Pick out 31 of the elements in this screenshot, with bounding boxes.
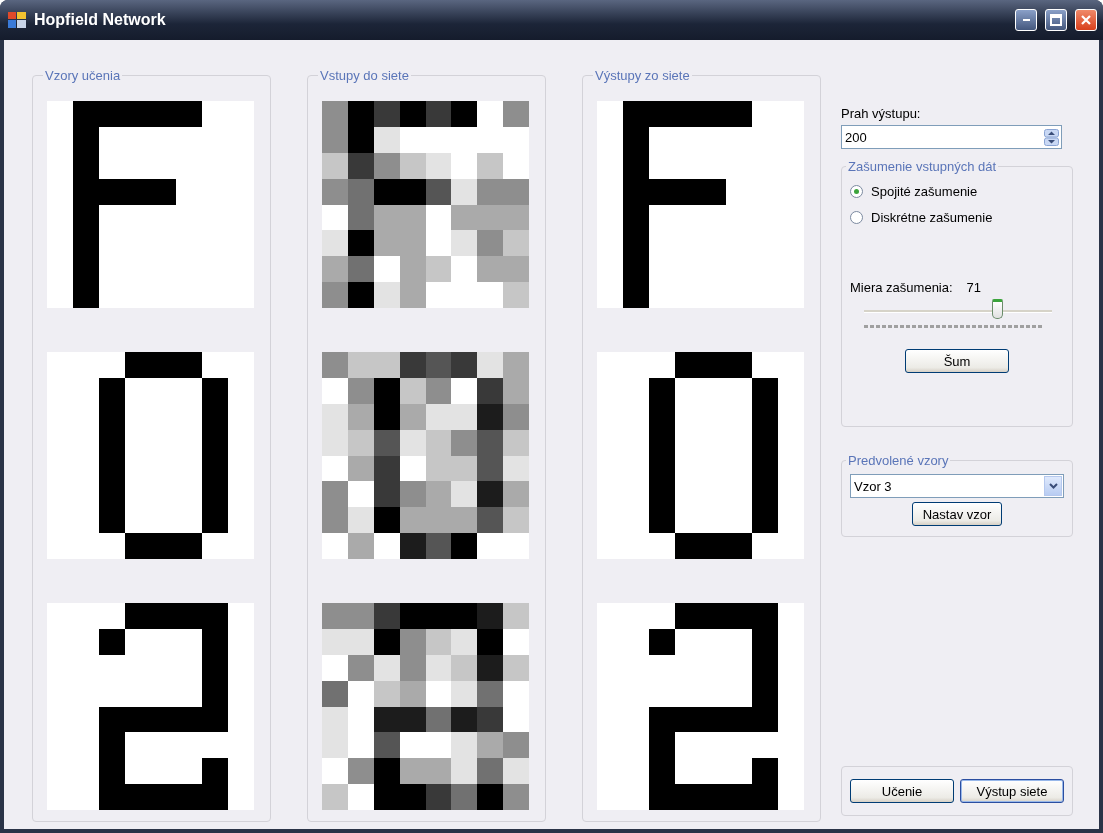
group-label: Vstupy do siete — [319, 68, 410, 83]
noise-button[interactable]: Šum — [905, 349, 1009, 373]
threshold-spinner[interactable]: 200 — [841, 125, 1062, 149]
spin-arrows-icon[interactable] — [1044, 128, 1059, 146]
window-title: Hopfield Network — [34, 11, 167, 29]
radio-option[interactable]: Spojité zašumenie — [850, 178, 1064, 204]
group-label: Výstupy zo siete — [594, 68, 691, 83]
radio-option[interactable]: Diskrétne zašumenie — [850, 204, 1064, 230]
maximize-icon — [1050, 14, 1062, 26]
run-network-button[interactable]: Výstup siete — [960, 779, 1064, 803]
train-button[interactable]: Učenie — [850, 779, 954, 803]
close-icon — [1080, 14, 1092, 26]
noise-amount-label: Miera zašumenia: — [850, 280, 953, 295]
chevron-down-icon — [1048, 483, 1058, 489]
group-label: Vzory učenia — [44, 68, 122, 83]
app-icon — [8, 12, 26, 28]
group-label: Predvolené vzory — [847, 453, 950, 468]
minimize-icon — [1022, 19, 1030, 21]
pattern-dropdown[interactable]: Vzor 3 — [850, 474, 1064, 498]
noise-amount-value: 71 — [966, 280, 982, 295]
minimize-button[interactable] — [1015, 9, 1037, 31]
threshold-label: Prah výstupu: — [841, 106, 922, 121]
slider-thumb[interactable] — [992, 299, 1004, 319]
group-label: Zašumenie vstupných dát — [847, 159, 998, 174]
radio-icon[interactable] — [850, 210, 863, 224]
close-button[interactable] — [1075, 9, 1097, 31]
dropdown-button[interactable] — [1044, 476, 1062, 496]
threshold-value: 200 — [845, 129, 868, 145]
maximize-button[interactable] — [1045, 9, 1067, 31]
radio-icon[interactable] — [850, 184, 863, 198]
set-pattern-button[interactable]: Nastav vzor — [911, 502, 1003, 526]
